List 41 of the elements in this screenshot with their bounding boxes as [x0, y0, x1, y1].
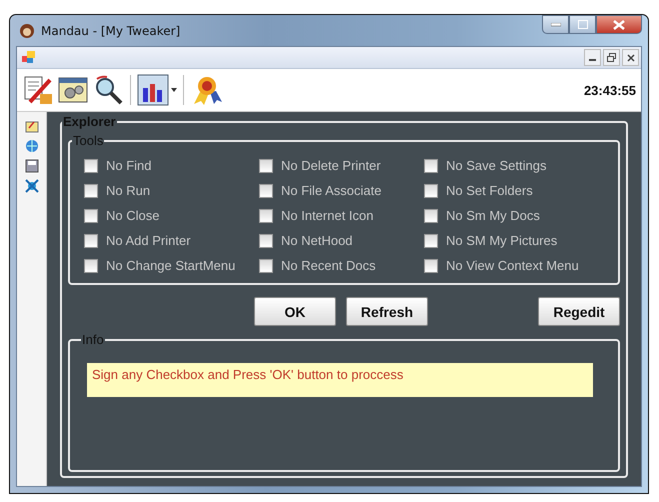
action-button[interactable]: Refresh [346, 297, 428, 326]
child-window-icon [22, 51, 36, 64]
chart-dropdown-button[interactable] [137, 74, 177, 106]
app-icon [19, 22, 35, 38]
minimize-icon [550, 22, 560, 26]
info-message: Sign any Checkbox and Press 'OK' button to proccess [87, 363, 593, 397]
window-title: Mandau - [My Tweaker] [41, 24, 180, 38]
minimize-button[interactable] [542, 15, 569, 34]
caret-icon [171, 88, 177, 92]
group-title: Explorer [62, 114, 117, 129]
action-button[interactable]: Regedit [538, 297, 620, 326]
close-button[interactable] [622, 49, 639, 66]
action-button[interactable]: OK [254, 297, 336, 326]
close-icon [613, 20, 625, 30]
checkbox-option[interactable]: No Sm My Docs [424, 208, 610, 223]
checkbox-option[interactable]: No NetHood [259, 233, 424, 248]
group-title: Info [81, 332, 105, 347]
restore-button[interactable] [603, 49, 620, 66]
checkbox-option[interactable]: No Run [84, 183, 259, 198]
minimize-button[interactable] [584, 49, 601, 66]
close-button[interactable] [596, 15, 642, 34]
checkbox-option[interactable]: No Add Printer [84, 233, 259, 248]
restore-icon [607, 53, 616, 62]
checkbox-option[interactable]: No Save Settings [424, 158, 610, 173]
checkbox-option[interactable]: No Recent Docs [259, 258, 424, 273]
checkbox-option[interactable]: No Change StartMenu [84, 258, 259, 273]
maximize-button[interactable] [569, 15, 596, 34]
checkbox-option[interactable]: No Find [84, 158, 259, 173]
clock-text: 23:43:55 [584, 82, 636, 98]
checkbox-option[interactable]: No Close [84, 208, 259, 223]
checkbox-option[interactable]: No Set Folders [424, 183, 610, 198]
tools-document-icon[interactable] [22, 74, 54, 106]
checkbox-option[interactable]: No SM My Pictures [424, 233, 610, 248]
maximize-icon [578, 20, 588, 29]
checkbox-option[interactable]: No Internet Icon [259, 208, 424, 223]
group-title: Tools [72, 133, 104, 148]
disk-icon[interactable] [24, 158, 40, 174]
checkbox-option[interactable]: No View Context Menu [424, 258, 610, 273]
checkbox-option[interactable]: No File Associate [259, 183, 424, 198]
checkbox-option[interactable]: No Delete Printer [259, 158, 424, 173]
close-icon [626, 54, 634, 62]
